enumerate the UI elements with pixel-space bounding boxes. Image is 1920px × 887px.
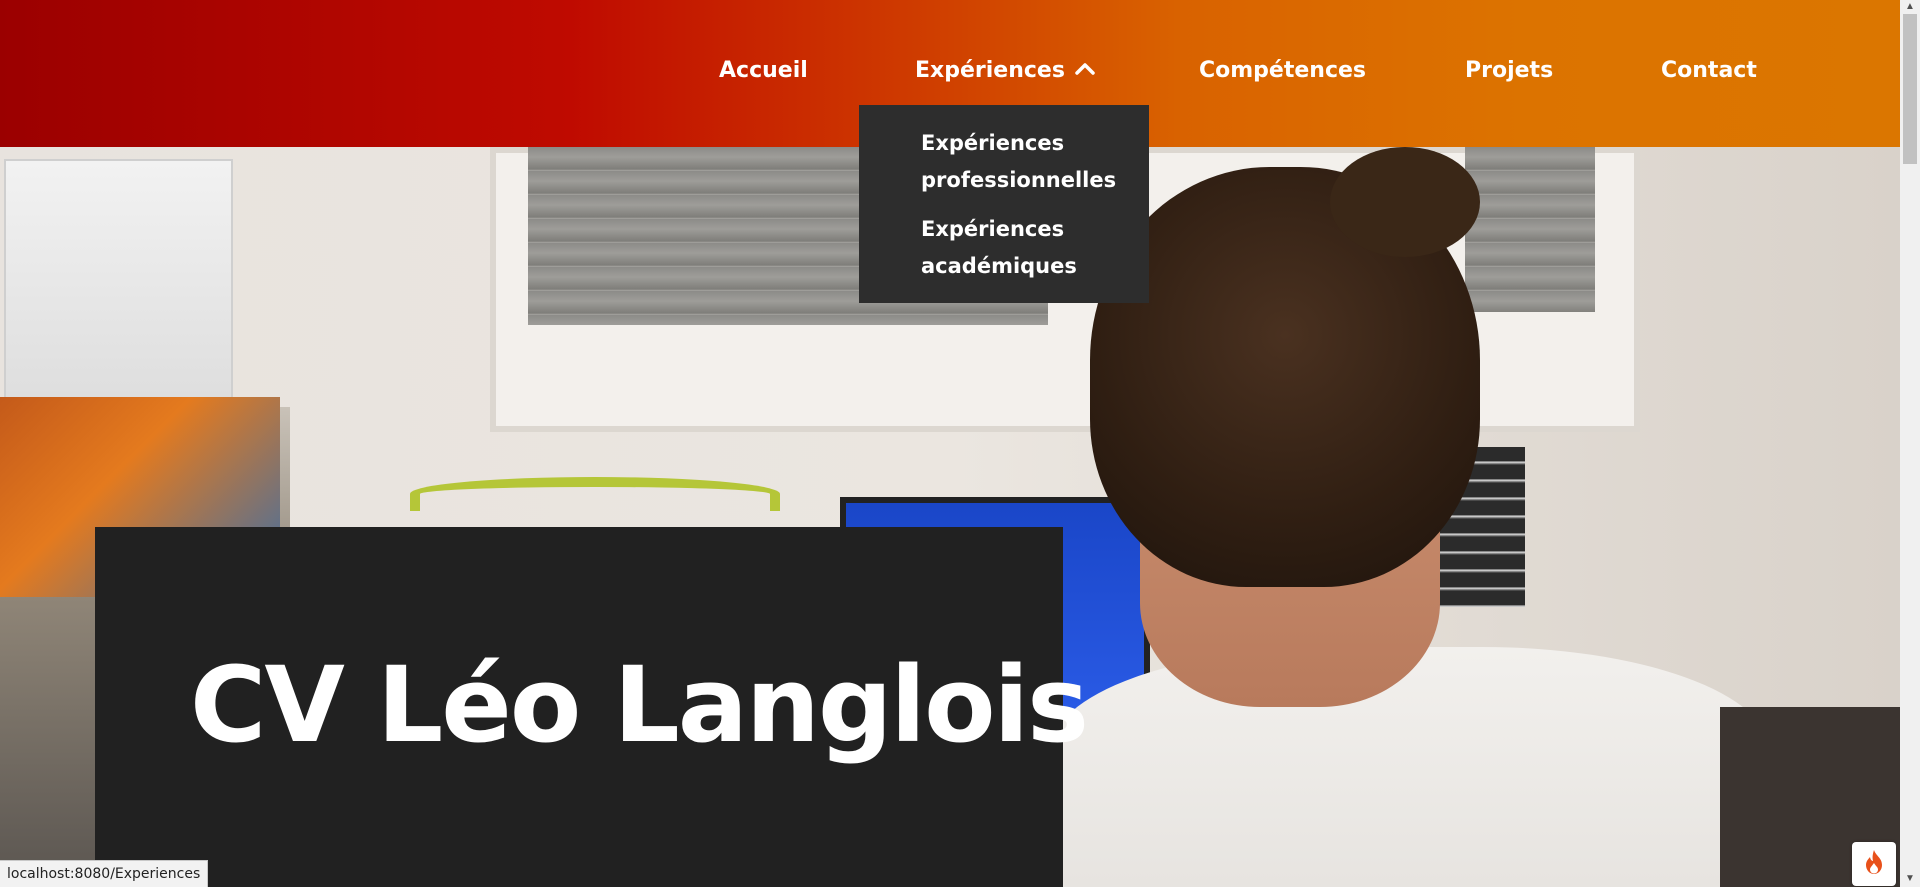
- hero-photo-person-bun: [1330, 147, 1480, 257]
- hero-photo-lamp: [410, 477, 780, 511]
- browser-status-bar: localhost:8080/Experiences: [0, 860, 209, 887]
- nav-item-experiences-label: Expériences: [915, 58, 1065, 83]
- nav-item-contact[interactable]: Contact: [1661, 56, 1757, 86]
- scroll-down-arrow-icon[interactable]: ▼: [1904, 874, 1916, 884]
- floating-widget-button[interactable]: [1852, 842, 1896, 886]
- nav-item-accueil[interactable]: Accueil: [719, 56, 808, 86]
- flame-icon: [1863, 849, 1885, 880]
- hero-photo-figure-box: [4, 159, 233, 425]
- chevron-up-icon: [1075, 54, 1095, 84]
- hero-title: CV Léo Langlois: [190, 644, 1089, 766]
- scrollbar-thumb[interactable]: [1903, 14, 1917, 164]
- nav-item-projets[interactable]: Projets: [1465, 56, 1553, 86]
- page: Accueil Expériences Compétences Projets …: [0, 0, 1920, 887]
- nav-item-competences[interactable]: Compétences: [1199, 56, 1366, 86]
- page-scrollbar[interactable]: ▲ ▼: [1900, 0, 1920, 887]
- experiences-dropdown-menu: Expériences professionnelles Expériences…: [859, 105, 1149, 303]
- nav-item-experiences[interactable]: Expériences: [915, 56, 1095, 86]
- dropdown-item-experiences-academiques[interactable]: Expériences académiques: [921, 211, 1121, 285]
- hero-title-card: CV Léo Langlois: [95, 527, 1089, 887]
- scroll-up-arrow-icon[interactable]: ▲: [1904, 2, 1916, 12]
- dropdown-item-experiences-professionnelles[interactable]: Expériences professionnelles: [921, 125, 1121, 199]
- hero-photo-person-shirt: [1050, 647, 1770, 887]
- hero-photo-shutter-right: [1465, 147, 1595, 312]
